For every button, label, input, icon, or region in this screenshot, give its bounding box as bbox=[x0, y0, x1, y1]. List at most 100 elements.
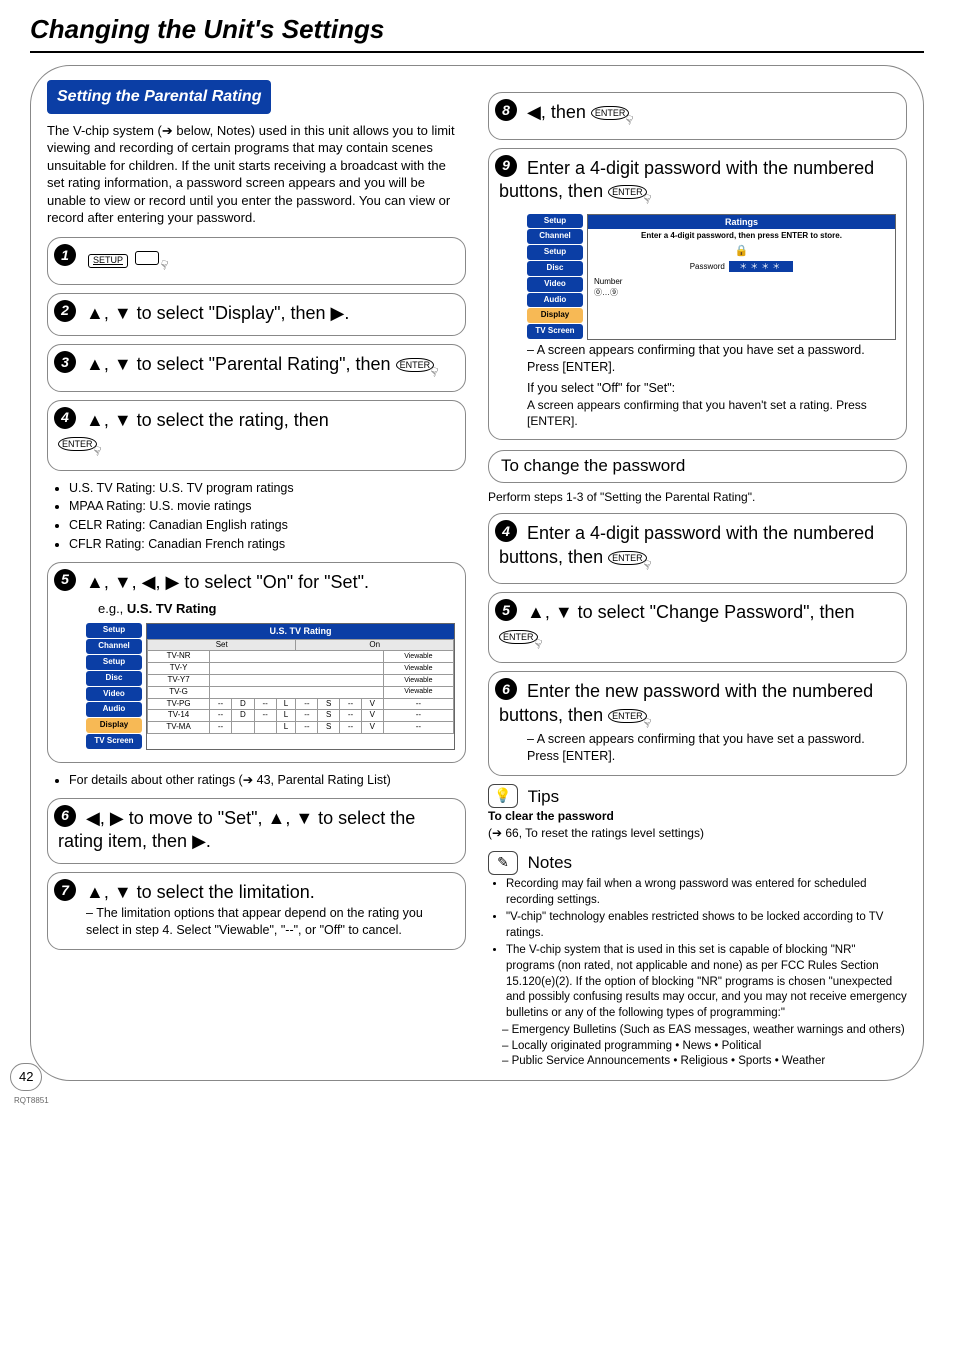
note-item: Recording may fail when a wrong password… bbox=[506, 877, 907, 908]
hand-icon: ☟ bbox=[158, 257, 170, 274]
osd-password-field: ＊＊＊＊ bbox=[729, 261, 793, 272]
step-text: ▲, ▼ to select "Change Password", then bbox=[527, 602, 855, 622]
osd-side-item: Setup bbox=[527, 245, 583, 260]
osd-col-set: Set bbox=[148, 639, 296, 651]
doc-code: RQT8851 bbox=[14, 1096, 49, 1107]
column-right: 8 ◀, then ENTER☟ 9 Enter a 4-digit passw… bbox=[488, 84, 907, 1070]
tip-heading: To clear the password bbox=[488, 809, 614, 823]
osd-cell: -- bbox=[296, 722, 318, 734]
osd-cell: Viewable bbox=[383, 686, 453, 698]
note-subitem: – Public Service Announcements • Religio… bbox=[502, 1054, 907, 1070]
page-title: Changing the Unit's Settings bbox=[30, 12, 924, 47]
step-text: ▲, ▼ to select the limitation. bbox=[86, 882, 315, 902]
osd-cell: S bbox=[318, 710, 340, 722]
step-number: 6 bbox=[495, 678, 517, 700]
step-number: 5 bbox=[54, 569, 76, 591]
sub-heading: To change the password bbox=[488, 450, 907, 483]
sub-intro: Perform steps 1-3 of "Setting the Parent… bbox=[488, 489, 907, 505]
details-xref: For details about other ratings (➔ 43, P… bbox=[69, 771, 466, 790]
osd-side-item: Setup bbox=[86, 655, 142, 670]
step-note: – A screen appears confirming that you h… bbox=[527, 342, 896, 376]
osd-cell: TV-Y7 bbox=[148, 675, 210, 687]
osd-sidebar: Setup Channel Setup Disc Video Audio Dis… bbox=[527, 214, 583, 340]
osd-cell: L bbox=[276, 722, 296, 734]
osd-cell: Viewable bbox=[383, 663, 453, 675]
osd-instruction: Enter a 4-digit password, then press ENT… bbox=[588, 229, 895, 244]
osd-cell: V bbox=[361, 698, 383, 710]
osd-side-item: Channel bbox=[86, 639, 142, 654]
step-text: ▲, ▼ to select "Display", then ▶. bbox=[86, 303, 349, 323]
notes-label: Notes bbox=[528, 852, 572, 875]
rating-list: U.S. TV Rating: U.S. TV program ratings … bbox=[57, 479, 466, 554]
step-number: 1 bbox=[54, 244, 76, 266]
column-left: Setting the Parental Rating The V-chip s… bbox=[47, 84, 466, 1070]
step-note: – The limitation options that appear dep… bbox=[86, 905, 455, 939]
content-frame: Setting the Parental Rating The V-chip s… bbox=[30, 65, 924, 1081]
osd-cell: TV-G bbox=[148, 686, 210, 698]
osd-cell: V bbox=[361, 722, 383, 734]
osd-side-item: Audio bbox=[527, 293, 583, 308]
osd-cell: -- bbox=[254, 710, 276, 722]
step-text: ▲, ▼ to select "Parental Rating", then bbox=[86, 354, 396, 374]
step-text: ◀, ▶ to move to "Set", ▲, ▼ to select th… bbox=[58, 808, 415, 851]
change-step-6: 6 Enter the new password with the number… bbox=[488, 671, 907, 776]
step-number: 9 bbox=[495, 155, 517, 177]
list-item: MPAA Rating: U.S. movie ratings bbox=[69, 497, 466, 516]
osd-cell: D bbox=[231, 698, 254, 710]
osd-cell: -- bbox=[210, 698, 232, 710]
example-value: U.S. TV Rating bbox=[127, 601, 217, 616]
step-number: 2 bbox=[54, 300, 76, 322]
step-3: 3 ▲, ▼ to select "Parental Rating", then… bbox=[47, 344, 466, 392]
enter-key-icon: ENTER bbox=[608, 709, 647, 723]
step-number: 4 bbox=[495, 520, 517, 542]
osd-cell: TV-14 bbox=[148, 710, 210, 722]
remote-key-icon bbox=[135, 251, 159, 265]
list-item: CELR Rating: Canadian English ratings bbox=[69, 516, 466, 535]
note-item: The V-chip system that is used in this s… bbox=[506, 943, 907, 1021]
osd-side-item: Setup bbox=[527, 214, 583, 229]
step-number: 3 bbox=[54, 351, 76, 373]
osd-side-item: Audio bbox=[86, 702, 142, 717]
osd-cell: Viewable bbox=[383, 675, 453, 687]
example-label: e.g., bbox=[98, 601, 127, 616]
step-text: Enter a 4-digit password with the number… bbox=[499, 523, 874, 566]
osd-cell: -- bbox=[210, 710, 232, 722]
step-note: – A screen appears confirming that you h… bbox=[527, 731, 896, 765]
step-6: 6 ◀, ▶ to move to "Set", ▲, ▼ to select … bbox=[47, 798, 466, 865]
section-intro: The V-chip system (➔ below, Notes) used … bbox=[47, 122, 466, 227]
step-number: 4 bbox=[54, 407, 76, 429]
step-2: 2 ▲, ▼ to select "Display", then ▶. bbox=[47, 293, 466, 336]
step-1: 1 SETUP ☟ bbox=[47, 237, 466, 285]
osd-cell: TV-NR bbox=[148, 651, 210, 663]
osd-cell: -- bbox=[383, 698, 453, 710]
step-number: 8 bbox=[495, 99, 517, 121]
osd-side-item-active: Display bbox=[527, 308, 583, 323]
osd-cell: TV-Y bbox=[148, 663, 210, 675]
step-number: 7 bbox=[54, 879, 76, 901]
tip-xref: (➔ 66, To reset the ratings level settin… bbox=[488, 825, 907, 841]
osd-cell: -- bbox=[340, 698, 362, 710]
osd-side-item: TV Screen bbox=[527, 324, 583, 339]
osd-cell: V bbox=[361, 710, 383, 722]
osd-number-label: Number bbox=[594, 277, 622, 286]
osd-cell: S bbox=[318, 722, 340, 734]
note-subitem: – Locally originated programming • News … bbox=[502, 1039, 907, 1055]
tips-icon: 💡 bbox=[488, 784, 518, 808]
osd-cell: -- bbox=[210, 722, 232, 734]
osd-sidebar: Setup Channel Setup Disc Video Audio Dis… bbox=[86, 623, 142, 749]
step-9: 9 Enter a 4-digit password with the numb… bbox=[488, 148, 907, 440]
osd-cell: -- bbox=[340, 722, 362, 734]
osd-cell: TV-MA bbox=[148, 722, 210, 734]
section-heading: Setting the Parental Rating bbox=[47, 80, 271, 114]
osd-side-item-active: Display bbox=[86, 718, 142, 733]
osd-header: Ratings bbox=[588, 215, 895, 229]
step-text: ▲, ▼ to select the rating, then bbox=[86, 410, 329, 430]
osd-cell: -- bbox=[383, 710, 453, 722]
step-8: 8 ◀, then ENTER☟ bbox=[488, 92, 907, 140]
osd-screenshot-password: Setup Channel Setup Disc Video Audio Dis… bbox=[527, 214, 896, 340]
enter-key-icon: ENTER bbox=[499, 630, 538, 644]
osd-header: U.S. TV Rating bbox=[147, 624, 454, 638]
page-number: 42 bbox=[10, 1063, 42, 1091]
enter-key-icon: ENTER bbox=[396, 358, 435, 372]
step-note: A screen appears confirming that you hav… bbox=[527, 397, 896, 429]
